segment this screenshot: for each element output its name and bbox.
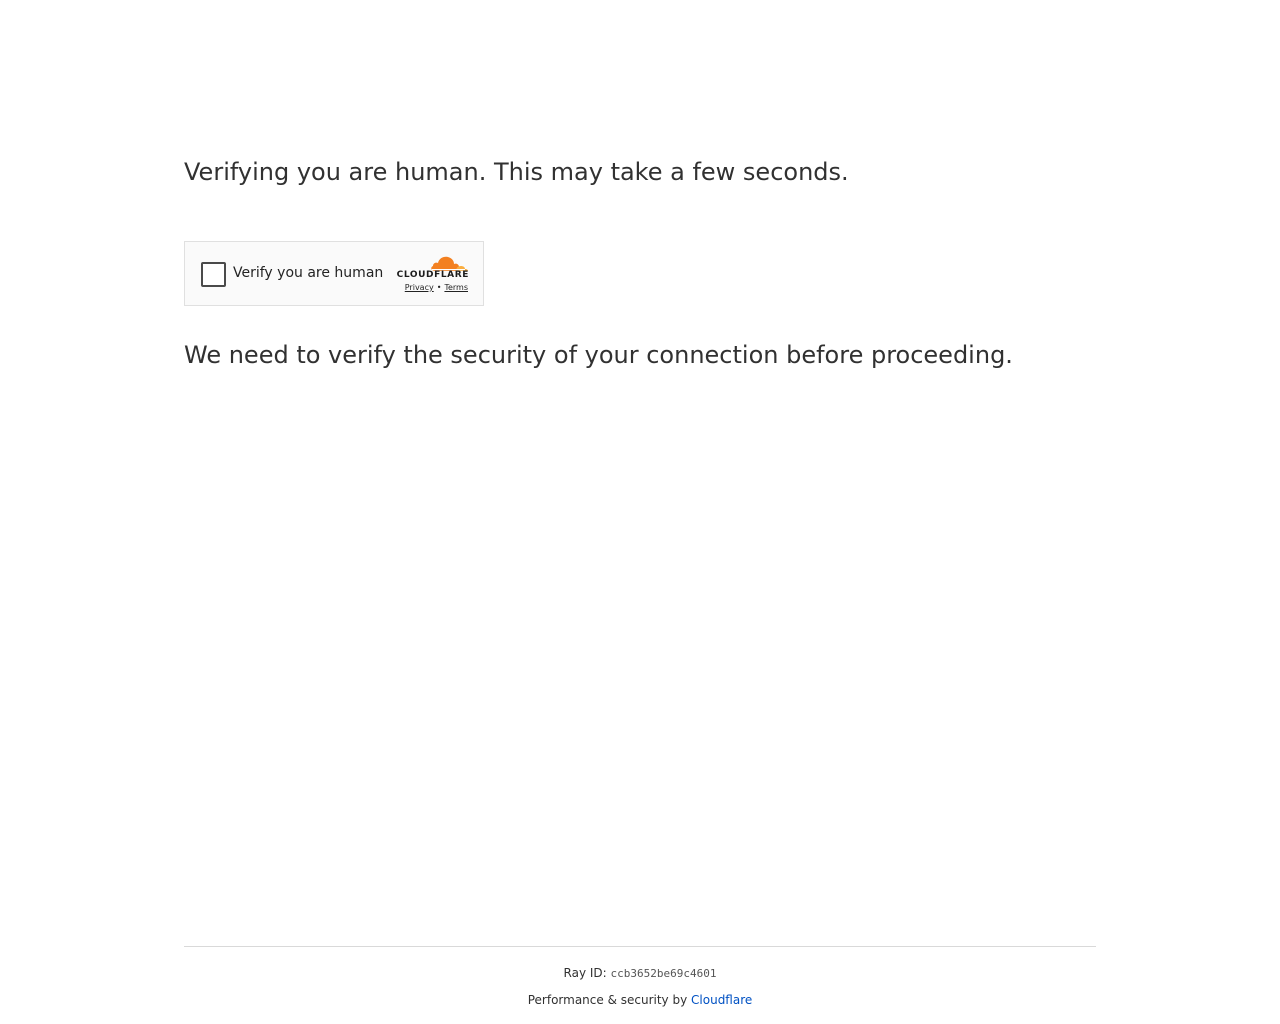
turnstile-widget: Verify you are human CLOUDFLARE Privacy •… xyxy=(184,241,484,306)
page-title: Verifying you are human. This may take a… xyxy=(184,158,849,186)
footer-divider xyxy=(184,946,1096,947)
ray-id-line: Ray ID: ccb3652be69c4601 xyxy=(0,965,1280,982)
performance-line: Performance & security by Cloudflare xyxy=(0,992,1280,1008)
verify-checkbox-label[interactable]: Verify you are human xyxy=(233,264,383,282)
ray-id-label: Ray ID: xyxy=(563,966,607,980)
cloudflare-link[interactable]: Cloudflare xyxy=(691,993,752,1007)
ray-id-value: ccb3652be69c4601 xyxy=(610,967,717,980)
verify-checkbox[interactable] xyxy=(201,262,226,287)
performance-text: Performance & security by xyxy=(527,993,688,1007)
cloudflare-brand: CLOUDFLARE Privacy • Terms xyxy=(393,252,469,298)
privacy-link[interactable]: Privacy xyxy=(405,283,434,292)
cloudflare-wordmark: CLOUDFLARE xyxy=(396,270,469,280)
terms-link[interactable]: Terms xyxy=(444,283,468,292)
cloudflare-cloud-icon xyxy=(431,256,468,271)
link-separator: • xyxy=(436,283,442,292)
widget-links: Privacy • Terms xyxy=(393,283,468,292)
security-message: We need to verify the security of your c… xyxy=(184,341,1013,369)
